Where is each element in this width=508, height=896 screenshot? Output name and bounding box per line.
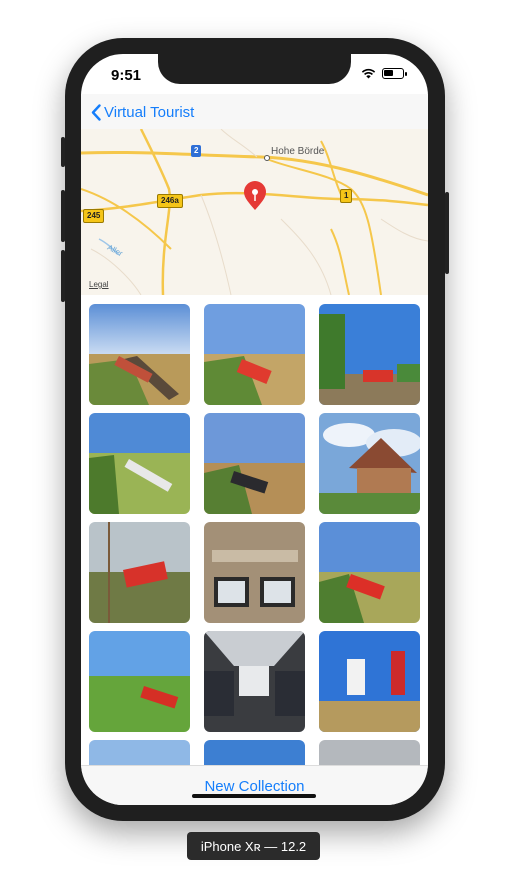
photo-cell[interactable] xyxy=(89,304,190,405)
photo-cell[interactable] xyxy=(319,522,420,623)
mute-switch xyxy=(61,137,65,167)
wifi-icon xyxy=(361,68,376,79)
photo-cell[interactable] xyxy=(319,304,420,405)
power-button xyxy=(445,192,449,274)
map-legal-link[interactable]: Legal xyxy=(89,280,109,289)
road-badge-246a: 246a xyxy=(157,194,183,208)
photo-cell[interactable] xyxy=(89,740,190,766)
status-icons xyxy=(361,68,407,79)
notch xyxy=(158,54,351,84)
home-indicator[interactable] xyxy=(192,794,316,798)
status-time: 9:51 xyxy=(111,67,142,84)
back-button[interactable]: Virtual Tourist xyxy=(91,104,194,121)
road-badge-245: 245 xyxy=(83,209,105,223)
photo-cell[interactable] xyxy=(319,631,420,732)
map-view[interactable]: Hohe Börde Aller 2 246a 245 1 Legal xyxy=(81,129,428,295)
screen: 9:51 Virtual Tourist Hohe Börde Aller 2 … xyxy=(81,54,428,805)
photo-cell[interactable] xyxy=(89,413,190,514)
photo-collection[interactable] xyxy=(81,295,428,766)
bottom-toolbar: New Collection xyxy=(81,765,428,805)
map-roads xyxy=(81,129,428,295)
photo-cell[interactable] xyxy=(204,631,305,732)
photo-cell[interactable] xyxy=(319,740,420,766)
photo-cell[interactable] xyxy=(319,413,420,514)
photo-cell[interactable] xyxy=(89,522,190,623)
battery-icon xyxy=(382,68,407,79)
device-caption: iPhone Xʀ — 12.2 xyxy=(187,832,320,860)
photo-cell[interactable] xyxy=(89,631,190,732)
photo-cell[interactable] xyxy=(204,304,305,405)
road-badge-2: 2 xyxy=(191,145,202,157)
map-pin-icon[interactable] xyxy=(243,181,267,211)
new-collection-button[interactable]: New Collection xyxy=(204,778,304,805)
back-button-label: Virtual Tourist xyxy=(104,103,195,121)
photo-cell[interactable] xyxy=(204,522,305,623)
volume-down-button xyxy=(61,250,65,302)
volume-up-button xyxy=(61,190,65,242)
photo-cell[interactable] xyxy=(204,740,305,766)
chevron-left-icon xyxy=(91,103,101,121)
map-place-label: Hohe Börde xyxy=(271,146,325,157)
photo-cell[interactable] xyxy=(204,413,305,514)
road-badge-1: 1 xyxy=(340,189,353,203)
navigation-bar: Virtual Tourist xyxy=(81,94,428,130)
